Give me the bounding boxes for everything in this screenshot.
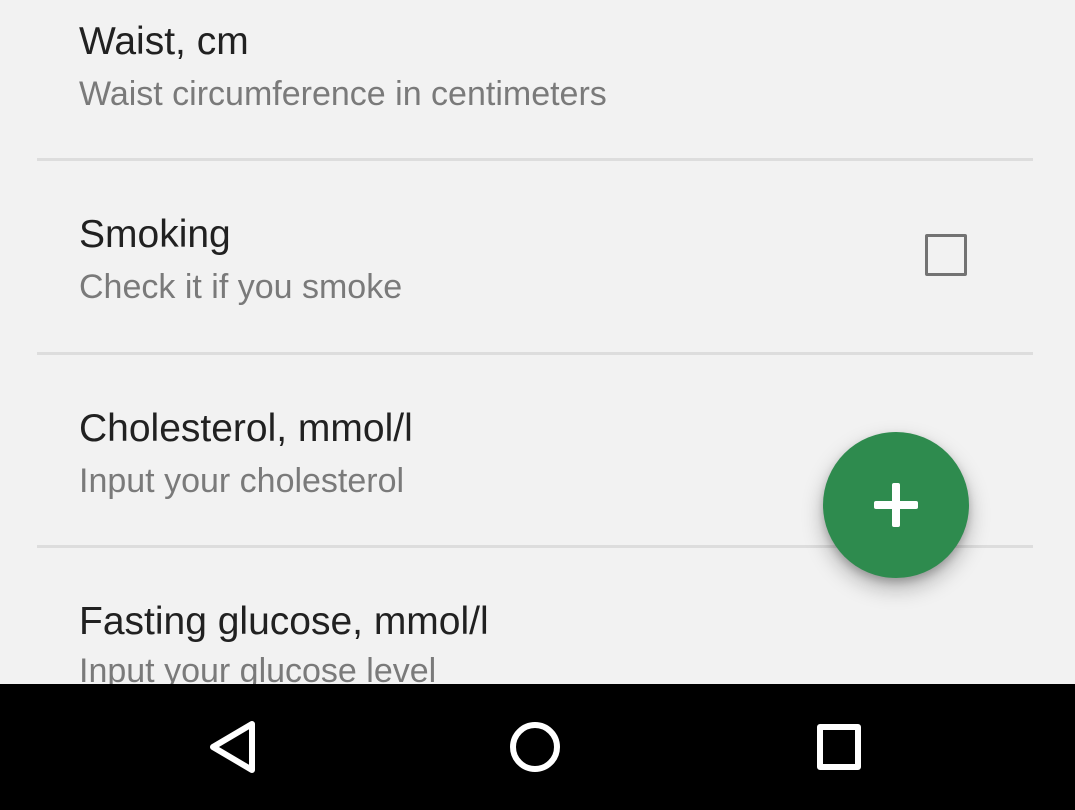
- pref-item-smoking[interactable]: Smoking Check it if you smoke: [0, 161, 1075, 353]
- pref-summary-waist: Waist circumference in centimeters: [79, 75, 607, 113]
- pref-summary-cholesterol: Input your cholesterol: [79, 462, 405, 500]
- pref-title-fasting-glucose: Fasting glucose, mmol/l: [79, 600, 489, 643]
- recents-square-icon: [817, 724, 861, 770]
- home-button[interactable]: [490, 704, 580, 790]
- back-button[interactable]: [188, 704, 278, 790]
- add-fab-button[interactable]: [823, 432, 969, 578]
- pref-title-cholesterol: Cholesterol, mmol/l: [79, 407, 413, 450]
- back-triangle-icon: [210, 721, 255, 773]
- pref-title-waist: Waist, cm: [79, 20, 249, 63]
- preferences-list: Waist, cm Waist circumference in centime…: [0, 0, 1075, 684]
- home-circle-icon: [510, 722, 560, 772]
- recents-button[interactable]: [794, 704, 884, 790]
- pref-summary-smoking: Check it if you smoke: [79, 268, 403, 306]
- pref-item-waist[interactable]: Waist, cm Waist circumference in centime…: [0, 0, 1075, 160]
- navigation-bar: [0, 684, 1075, 810]
- smoking-checkbox[interactable]: [925, 234, 967, 276]
- pref-summary-fasting-glucose: Input your glucose level: [79, 652, 437, 684]
- pref-title-smoking: Smoking: [79, 213, 231, 256]
